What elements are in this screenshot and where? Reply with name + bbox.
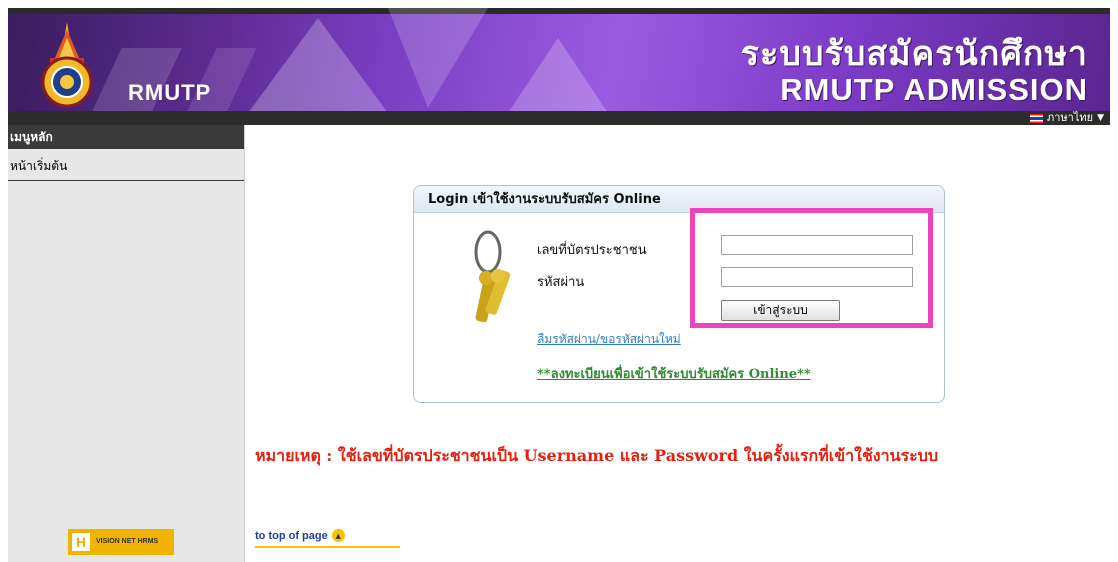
login-panel-heading: Login เข้าใช้งานระบบรับสมัคร Online [414, 186, 944, 213]
vision-logo-icon: H [72, 533, 90, 551]
forgot-password-link[interactable]: ลืมรหัสผ่าน/ขอรหัสผ่านใหม่ [537, 330, 681, 349]
to-top-link[interactable]: to top of page ▲ [255, 529, 345, 542]
divider [255, 546, 400, 548]
site-title-english: RMUTP ADMISSION [780, 72, 1088, 107]
vision-logo-text: VISION NET HRMS [96, 538, 159, 545]
vision-net-logo[interactable]: H VISION NET HRMS [68, 529, 174, 555]
to-top-label: to top of page [255, 529, 328, 542]
decor-triangle [248, 18, 388, 111]
language-selector[interactable]: ภาษาไทย ▼ [1029, 111, 1104, 125]
register-link[interactable]: **ลงทะเบียนเพื่อเข้าใช้ระบบรับสมัคร Onli… [537, 363, 811, 384]
sidebar-menu-title: เมนูหลัก [8, 125, 244, 149]
password-label: รหัสผ่าน [537, 275, 585, 290]
id-card-label: เลขที่บัตรประชาชน [537, 243, 647, 258]
sidebar: เมนูหลัก หน้าเริ่มต้น H VISION NET HRMS [8, 125, 245, 562]
password-input[interactable] [721, 267, 913, 287]
decor-triangle [508, 38, 608, 111]
crest-icon [41, 22, 93, 108]
caret-down-icon: ▼ [1097, 113, 1104, 123]
keys-icon [474, 230, 511, 323]
login-note: หมายเหตุ : ใช้เลขที่บัตรประชาชนเป็น User… [255, 446, 939, 465]
sidebar-item-home[interactable]: หน้าเริ่มต้น [8, 149, 244, 181]
top-bar: ภาษาไทย ▼ [8, 111, 1110, 125]
thai-flag-icon [1029, 113, 1043, 123]
header-banner: RMUTP ระบบรับสมัครนักศึกษา RMUTP ADMISSI… [8, 8, 1110, 111]
arrow-up-icon: ▲ [331, 529, 345, 542]
decor-triangle [388, 8, 488, 108]
university-logo [32, 20, 102, 110]
brand-name: RMUTP [128, 80, 212, 105]
language-label: ภาษาไทย [1046, 111, 1094, 124]
login-button[interactable]: เข้าสู่ระบบ [721, 300, 840, 321]
login-panel: Login เข้าใช้งานระบบรับสมัคร Online เลขท… [413, 185, 945, 403]
id-card-input[interactable] [721, 235, 913, 255]
